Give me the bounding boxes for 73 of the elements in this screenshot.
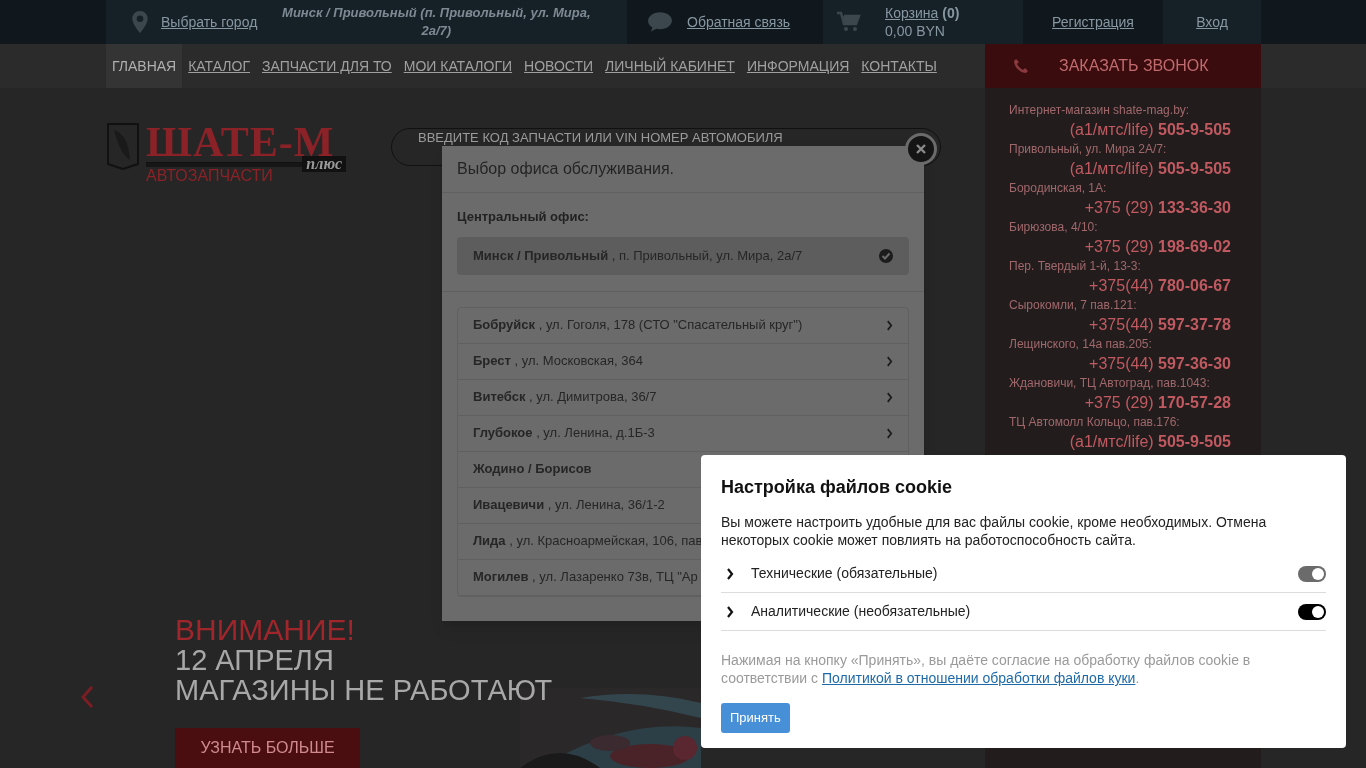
phone-label: Ждановичи, ТЦ Автоград, пав.1043: <box>1009 376 1211 390</box>
office-address: Бобруйск , ул. Гоголя, 178 (СТО "Спасательный круг") <box>473 316 803 335</box>
city-link[interactable]: Выбрать город <box>161 11 258 33</box>
close-icon <box>916 144 926 154</box>
office-address: Ивацевичи , ул. Ленина, 36/1-2 <box>473 496 665 515</box>
nav-link[interactable]: КАТАЛОГ <box>182 44 256 88</box>
modal-title: Выбор офиса обслуживания. <box>457 159 675 179</box>
nav-link[interactable]: КОНТАКТЫ <box>855 44 943 88</box>
callback-button[interactable]: ЗАКАЗАТЬ ЗВОНОК <box>985 44 1261 88</box>
speech-bubble-icon <box>647 11 673 33</box>
chevron-left-icon <box>80 684 94 709</box>
office-address: Лида , ул. Красноармейская, 106, пав <box>473 532 703 551</box>
office-option[interactable]: Бобруйск , ул. Гоголя, 178 (СТО "Спасательный круг") <box>458 307 908 344</box>
phone-number: (а1/мтс/life) 505-9-505 <box>1068 120 1231 140</box>
nav-link[interactable]: ЗАПЧАСТИ ДЛЯ ТО <box>256 44 398 88</box>
phone-number: +375 (29) 133-36-30 <box>1083 198 1231 218</box>
phone-label: Привольный, ул. Мира 2А/7: <box>1009 142 1168 156</box>
toggle-switch[interactable] <box>1298 603 1326 620</box>
nav-link[interactable]: ГЛАВНАЯ <box>106 44 183 88</box>
phone-number: (а1/мтс/life) 505-9-505 <box>1068 159 1231 179</box>
close-button[interactable] <box>905 133 937 165</box>
chevron-right-icon <box>726 567 734 580</box>
cart-icon <box>837 11 861 33</box>
cart-link[interactable]: Корзина <box>885 4 939 22</box>
phone-label: Сырокомли, 7 пав.121: <box>1009 298 1138 312</box>
logo-tagline: АВТОЗАПЧАСТИ <box>146 167 274 185</box>
logo-suffix: плюс <box>302 156 346 172</box>
register-link[interactable]: Регистрация <box>1052 11 1134 33</box>
office-address: Жодино / Борисов <box>473 460 592 479</box>
phone-icon <box>1013 58 1029 74</box>
cart-total: 0,00 BYN <box>885 22 946 40</box>
office-option[interactable]: Брест , ул. Московская, 364 <box>458 343 908 380</box>
phone-number: +375(44) 597-37-78 <box>1088 315 1231 335</box>
phone-label: Бирюзова, 4/10: <box>1009 220 1099 234</box>
chevron-right-icon <box>886 319 893 331</box>
office-address: Глубокое , ул. Ленина, д.1Б-3 <box>473 424 655 443</box>
nav-link[interactable]: ЛИЧНЫЙ КАБИНЕТ <box>599 44 741 88</box>
phone-label: Интернет-магазин shate-mag.by: <box>1009 103 1191 117</box>
accept-button[interactable]: Принять <box>721 703 790 733</box>
check-circle-icon <box>879 248 893 263</box>
office-address: Брест , ул. Московская, 364 <box>473 352 643 371</box>
banner-text: 12 АПРЕЛЯ <box>175 645 334 675</box>
banner-title: ВНИМАНИЕ! <box>175 615 355 645</box>
chevron-right-icon <box>726 605 734 618</box>
office-option[interactable]: Глубокое , ул. Ленина, д.1Б-3 <box>458 415 908 452</box>
current-office: Минск / Привольный (п. Привольный, ул. Мира, 2а/7) <box>281 4 592 40</box>
learn-more-button[interactable]: УЗНАТЬ БОЛЬШЕ <box>175 728 360 768</box>
phone-number: +375(44) 780-06-67 <box>1088 276 1231 296</box>
category-label: Аналитические (необязательные) <box>751 602 971 621</box>
office-address: Могилев , ул. Лазаренко 73в, ТЦ "Ар <box>473 568 698 587</box>
nav-link[interactable]: МОИ КАТАЛОГИ <box>397 44 519 88</box>
map-pin-icon <box>132 11 148 33</box>
office-address: Витебск , ул. Димитрова, 36/7 <box>473 388 657 407</box>
phone-number: +375(44) 597-36-30 <box>1088 354 1231 374</box>
nav-link[interactable]: ИНФОРМАЦИЯ <box>740 44 856 88</box>
feedback-link[interactable]: Обратная связь <box>687 11 791 33</box>
chevron-right-icon <box>886 355 893 367</box>
phone-label: ТЦ Автомолл Кольцо, пав.176: <box>1009 415 1181 429</box>
section-heading: Центральный офис: <box>457 208 590 226</box>
phone-label: Пер. Твердый 1-й, 13-3: <box>1009 259 1142 273</box>
phone-number: +375 (29) 198-69-02 <box>1083 237 1231 257</box>
office-option[interactable]: Витебск , ул. Димитрова, 36/7 <box>458 379 908 416</box>
login-link[interactable]: Вход <box>1196 11 1228 33</box>
phone-label: Бородинская, 1А: <box>1009 181 1108 195</box>
chevron-right-icon <box>886 391 893 403</box>
nav-link[interactable]: НОВОСТИ <box>518 44 600 88</box>
cart-count: (0) <box>942 4 960 22</box>
phone-number: +375 (29) 170-57-28 <box>1083 393 1231 413</box>
phone-label: Лещинского, 14а пав.205: <box>1009 337 1153 351</box>
chevron-right-icon <box>886 427 893 439</box>
phone-number: (а1/мтс/life) 505-9-505 <box>1068 432 1231 452</box>
banner-text: МАГАЗИНЫ НЕ РАБОТАЮТ <box>175 675 553 705</box>
consent-text: Нажимая на кнопку «Принять», вы даёте согласие на обработку файлов cookie в соответствии с Политикой в отношении обработки файлов куки. <box>721 651 1252 687</box>
